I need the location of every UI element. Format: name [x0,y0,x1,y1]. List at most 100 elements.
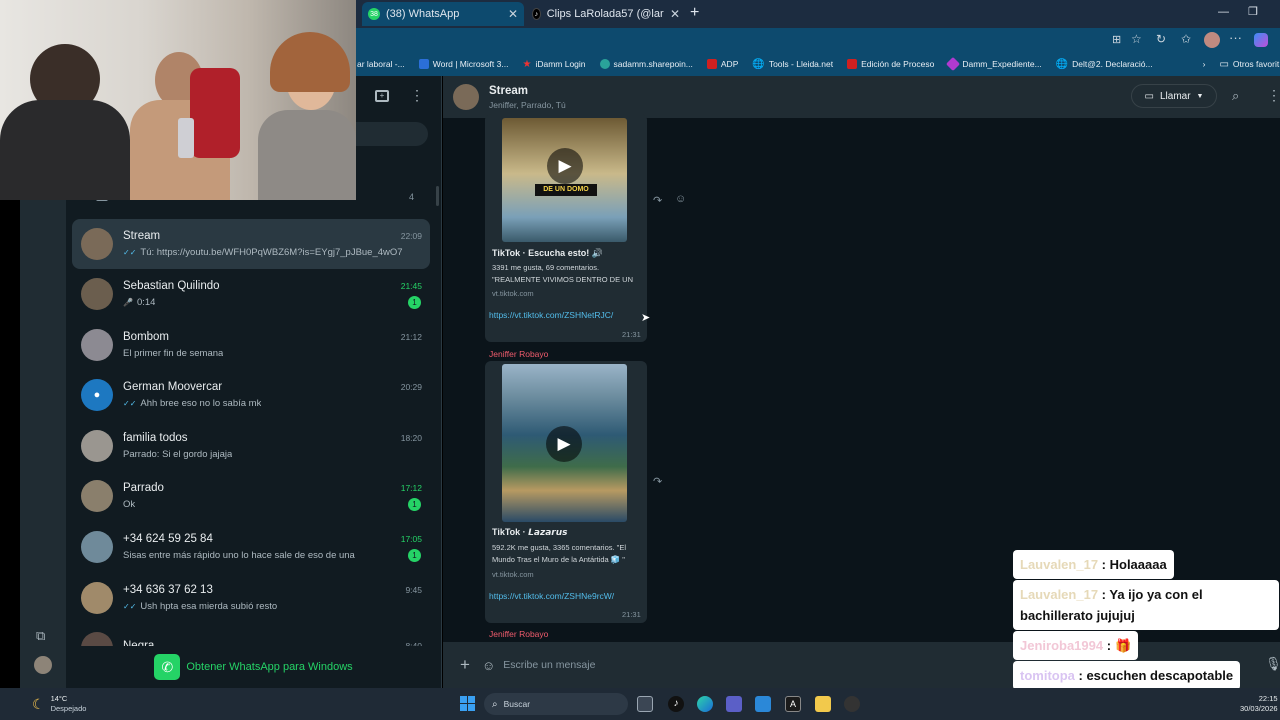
favorite-item[interactable]: Word | Microsoft 3... [412,59,516,69]
chat-row[interactable]: +34 636 37 62 13 9:45 ✓✓ Ush hpta esa mierd… [72,573,430,623]
profile-avatar[interactable] [34,656,52,674]
favorite-item[interactable]: ★ iDamm Login [515,59,592,70]
card-title: TikTok · Escucha esto! 🔊 [492,248,603,258]
double-check-icon: ✓✓ [123,602,137,611]
chat-row[interactable]: ● German Moovercar 20:29 ✓✓ Ahh bree eso no … [72,370,430,420]
chat-row-header: Sebastian Quilindo 21:45 [123,280,430,292]
menu-icon[interactable]: ⋮ [1267,87,1280,104]
store-icon[interactable] [755,696,771,712]
edge-icon[interactable] [697,696,713,712]
profile-avatar[interactable] [1204,32,1220,48]
chat-row-header: +34 636 37 62 13 9:45 [123,584,430,596]
apps-icon[interactable]: ⊞ [1112,33,1121,46]
chat-preview-text: Ok [123,499,136,510]
chat-row[interactable]: Stream 22:09 ✓✓ Tú: https://youtu.be/WFH0Pq… [72,219,430,269]
conversation-title[interactable]: Stream [489,85,566,97]
get-app-banner[interactable]: ✆ Obtener WhatsApp para Windows [66,646,441,688]
windows-logo-part [468,704,475,711]
chat-row[interactable]: Parrado 17:12 Ok 1 [72,471,430,521]
message-input[interactable]: Escribe un mensaje [503,659,1003,671]
moon-icon: ☾ [32,695,45,712]
message-link[interactable]: https://vt.tiktok.com/ZSHNetRJC/ [489,310,613,320]
app-icon[interactable]: A [785,696,801,712]
search-icon[interactable]: ⌕ [1232,88,1239,104]
chat-preview-text: 0:14 [136,297,156,308]
chat-time: 21:12 [400,332,422,342]
forward-icon[interactable]: ↷ [653,475,662,488]
more-icon[interactable]: ··· [1229,30,1242,45]
media-icon[interactable]: ⧉ [36,628,45,644]
chat-preview: Sisas entre más rápido uno lo hace sale … [123,550,355,561]
avatar [81,582,113,614]
stream-chat-user: tomitopa [1020,668,1075,683]
new-tab-button[interactable]: + [690,4,699,22]
emoji-react-icon[interactable]: ☺ [675,193,686,205]
obs-icon[interactable] [844,696,860,712]
word-icon [418,59,429,69]
chat-row-content: Parrado 17:12 Ok 1 [123,482,430,511]
favorite-item[interactable]: ar laboral -... [350,59,412,69]
refresh-icon[interactable]: ↻ [1156,32,1166,46]
tiktok-icon[interactable]: ♪ [668,696,684,712]
chat-row-header: Stream 22:09 [123,230,430,242]
task-view-icon[interactable] [637,696,653,712]
card-domain: vt.tiktok.com [492,570,534,579]
microphone [178,118,194,158]
tab-tiktok[interactable]: ♪ Clips LaRolada57 (@larolada57) | T ✕ [526,2,686,26]
favorite-folder[interactable]: ▭ Otros favorit [1212,59,1280,70]
maximize-icon[interactable]: ❐ [1248,5,1258,18]
star-icon[interactable]: ☆ [1131,32,1142,46]
new-chat-icon[interactable]: + [375,90,389,102]
chat-row-header: German Moovercar 20:29 [123,381,430,393]
copilot-icon[interactable] [1254,33,1268,47]
minimize-icon[interactable]: — [1218,6,1229,18]
chat-row[interactable]: Bombom 21:12 El primer fin de semana [72,320,430,370]
double-check-icon: ✓✓ [123,399,137,408]
weather-temp[interactable]: 14°C [51,694,87,704]
play-icon[interactable]: ▶ [547,148,583,184]
favorite-item[interactable]: Edición de Proceso [840,59,941,69]
chat-row-header: Parrado 17:12 [123,482,430,494]
group-avatar[interactable] [453,84,479,110]
taskbar-search[interactable]: ⌕ Buscar [484,693,628,715]
favorite-item[interactable]: 🌐 Delt@2. Declaració... [1049,59,1160,70]
chat-time: 20:29 [400,382,422,392]
chat-row[interactable]: familia todos 18:20 Parrado: Si el gordo j… [72,421,430,471]
chat-row-footer: ✓✓ Ahh bree eso no lo sabía mk [123,393,430,409]
favorite-item[interactable]: ADP [700,59,745,69]
close-tab-icon[interactable]: ✕ [670,7,680,21]
clock[interactable]: 22:15 30/03/2026 [1240,694,1278,714]
attach-plus-icon[interactable]: + [460,655,470,675]
scrollbar[interactable] [436,186,439,206]
menu-icon[interactable]: ⋮ [410,88,424,102]
call-button[interactable]: ▭ Llamar ▼ [1131,84,1217,108]
globe-icon: 🌐 [1055,58,1069,70]
chevron-right-icon[interactable]: › [1196,59,1213,69]
chat-time: 9:45 [405,585,422,595]
favorites-icon[interactable]: ✩ [1181,32,1191,46]
sticker-icon[interactable]: ☺ [482,658,495,673]
folder-icon: ▭ [1219,58,1229,70]
favorite-item[interactable]: sadamm.sharepoin... [593,59,700,69]
folder-icon[interactable] [815,696,831,712]
globe-icon: 🌐 [752,58,765,70]
chat-row[interactable]: +34 624 59 25 84 17:05 Sisas entre más ráp… [72,522,430,572]
tab-whatsapp[interactable]: 38 (38) WhatsApp ✕ [362,2,524,26]
forward-icon[interactable]: ↷ [653,194,662,207]
chat-row[interactable]: Sebastian Quilindo 21:45 🎤 0:14 1 [72,269,430,319]
favorite-item[interactable]: 🌐 Tools - Lleida.net [745,59,840,70]
microphone-icon[interactable]: 🎙 [1265,656,1280,672]
favorite-item[interactable]: Damm_Expediente... [941,56,1048,72]
gaming-chair [190,68,240,158]
chat-row-footer: Sisas entre más rápido uno lo hace sale … [123,545,430,562]
video-thumbnail[interactable]: ▶ [502,364,627,522]
video-thumbnail[interactable]: DE UN DOMO ▶ [502,118,627,242]
play-icon[interactable]: ▶ [546,426,582,462]
start-button[interactable] [460,696,475,711]
thumbnail-caption: DE UN DOMO [535,184,597,196]
microphone-icon: 🎤 [123,298,133,307]
chat-preview: ✓✓ Ahh bree eso no lo sabía mk [123,398,261,409]
close-tab-icon[interactable]: ✕ [508,7,518,21]
teams-icon[interactable] [726,696,742,712]
message-link[interactable]: https://vt.tiktok.com/ZSHNe9rcW/ [489,591,614,601]
